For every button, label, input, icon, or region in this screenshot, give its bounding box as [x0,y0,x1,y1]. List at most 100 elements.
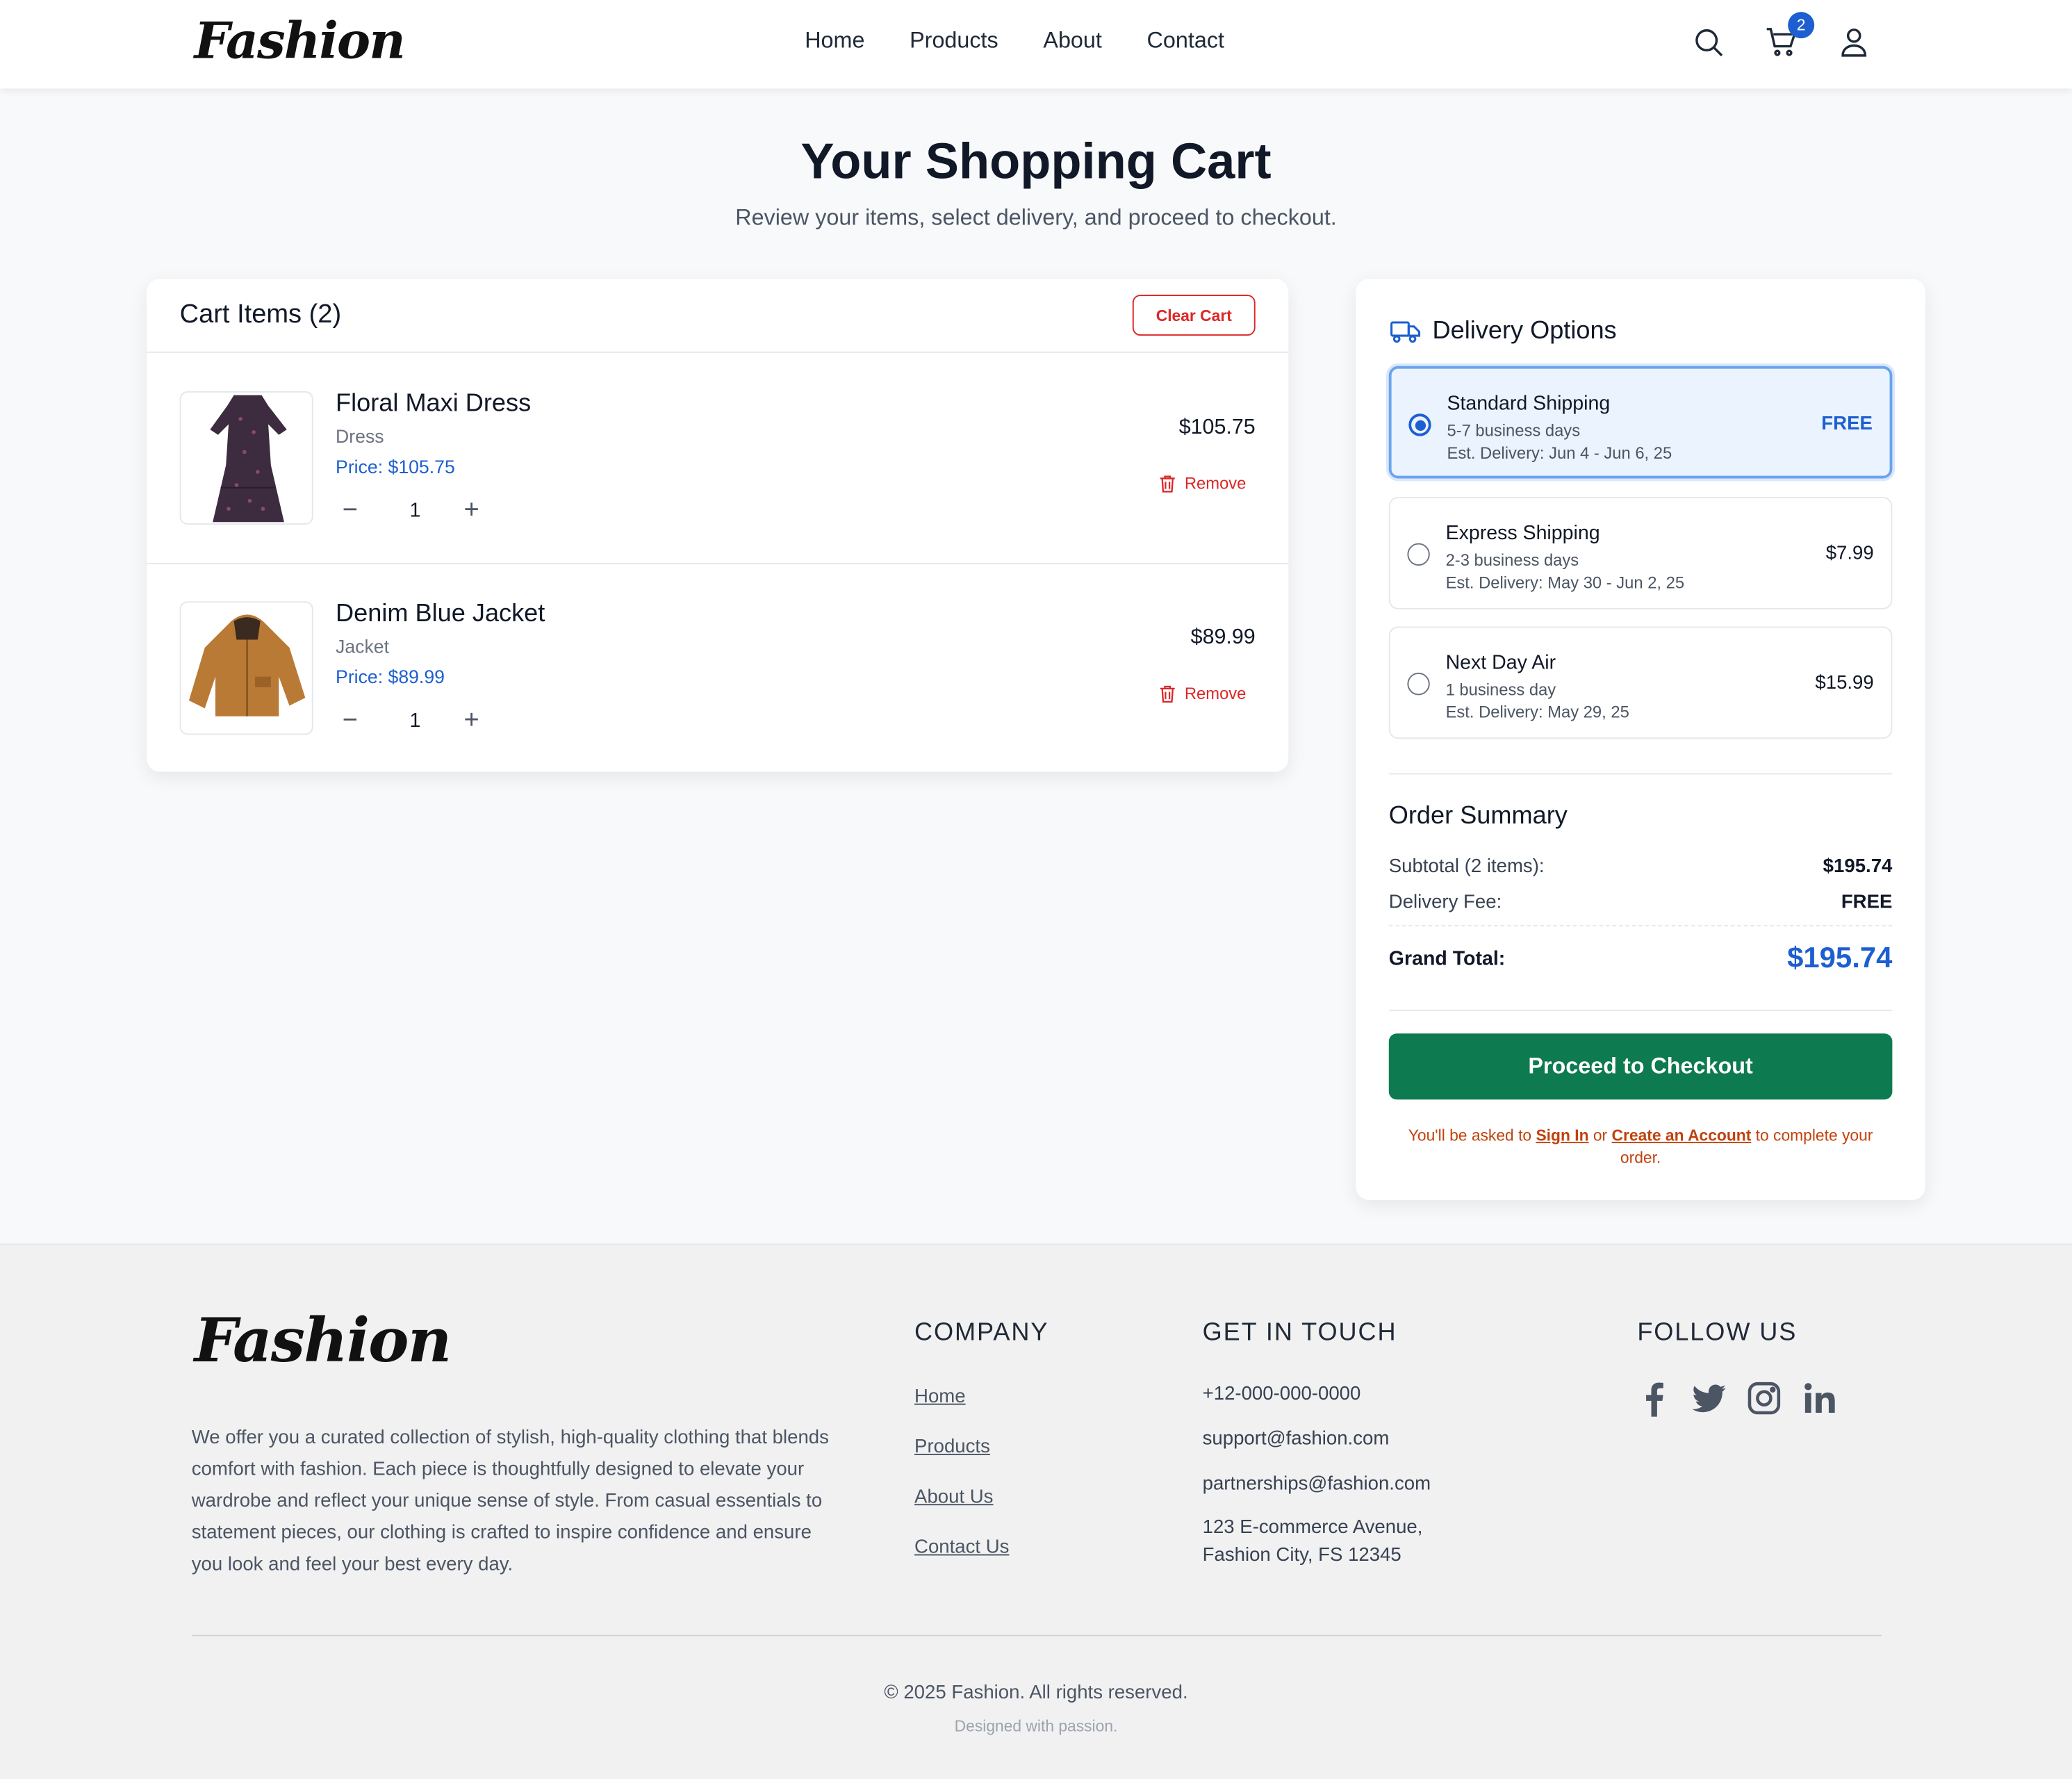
item-name[interactable]: Floral Maxi Dress [336,390,531,419]
quantity-value: 1 [409,499,421,523]
follow-heading: FOLLOW US [1637,1318,1798,1347]
create-account-link[interactable]: Create an Account [1612,1126,1752,1145]
sign-in-note: You'll be asked to Sign In or Create an … [1389,1124,1893,1170]
contact-support-email[interactable]: support@fashion.com [1203,1426,1390,1454]
linkedin-icon[interactable] [1801,1379,1838,1416]
search-icon[interactable] [1693,26,1725,58]
delivery-option-express[interactable]: Express Shipping 2-3 business days Est. … [1388,497,1893,609]
delivery-fee-value: FREE [1841,892,1893,914]
site-header: Fashion Home Products About Contact 2 [0,0,2072,89]
page-title: Your Shopping Cart [800,134,1272,190]
nav-home[interactable]: Home [805,28,864,54]
delivery-fee-label: Delivery Fee: [1388,892,1502,914]
radio-unselected[interactable] [1407,673,1430,696]
divider [1388,773,1893,775]
option-estimate: Est. Delivery: Jun 4 - Jun 6, 25 [1447,444,1672,463]
sign-in-link[interactable]: Sign In [1536,1126,1588,1145]
contact-phone[interactable]: +12-000-000-0000 [1203,1381,1361,1409]
note-text: or [1588,1126,1612,1145]
radio-unselected[interactable] [1407,543,1430,566]
contact-heading: GET IN TOUCH [1202,1318,1397,1347]
product-image-dress[interactable] [179,391,313,525]
option-name: Express Shipping [1445,522,1600,545]
item-name[interactable]: Denim Blue Jacket [336,600,545,629]
delivery-summary-panel: Delivery Options Standard Shipping 5-7 b… [1356,279,1925,1200]
item-unit-price: Price: $89.99 [336,666,445,687]
remove-label: Remove [1184,474,1247,493]
option-estimate: Est. Delivery: May 30 - Jun 2, 25 [1445,573,1685,593]
user-icon[interactable] [1838,26,1870,58]
nav-contact[interactable]: Contact [1147,28,1224,54]
clear-cart-button[interactable]: Clear Cart [1132,295,1256,336]
option-price: FREE [1821,413,1873,435]
option-days: 5-7 business days [1447,421,1581,441]
option-price: $15.99 [1815,673,1874,694]
radio-selected[interactable] [1408,413,1431,436]
remove-item-button[interactable]: Remove [1160,684,1247,703]
contact-address-line2: Fashion City, FS 12345 [1202,1545,1401,1566]
item-category: Jacket [336,635,390,657]
option-price: $7.99 [1825,543,1874,565]
item-line-total: $105.75 [1178,416,1256,439]
cart-items-panel: Cart Items (2) Clear Cart Floral Maxi Dr… [147,279,1289,772]
option-days: 2-3 business days [1445,551,1579,570]
option-days: 1 business day [1445,680,1556,700]
grand-total-value: $195.74 [1787,941,1893,974]
subtotal-label: Subtotal (2 items): [1388,856,1545,878]
delivery-option-next-day[interactable]: Next Day Air 1 business day Est. Deliver… [1388,626,1893,739]
footer-link-products[interactable]: Products [914,1436,990,1457]
twitter-icon[interactable] [1690,1379,1727,1416]
contact-address-line1: 123 E-commerce Avenue, [1202,1517,1423,1539]
trash-icon [1160,685,1176,703]
order-summary-heading: Order Summary [1388,802,1568,830]
delivery-option-standard[interactable]: Standard Shipping 5-7 business days Est.… [1388,366,1893,479]
subtotal-row: Subtotal (2 items): $195.74 [1389,856,1893,877]
delivery-fee-row: Delivery Fee: FREE [1389,892,1893,913]
quantity-decrease-button[interactable]: − [343,497,358,523]
cart-item: Denim Blue Jacket Jacket Price: $89.99 −… [147,563,1289,771]
facebook-icon[interactable] [1636,1379,1672,1417]
company-heading: COMPANY [914,1318,1049,1347]
divider [1388,1009,1893,1011]
footer-logo[interactable]: Fashion [195,1304,452,1376]
cart-header: Cart Items (2) Clear Cart [147,279,1289,353]
remove-label: Remove [1184,684,1247,703]
divider [1388,925,1893,927]
cart-item: Floral Maxi Dress Dress Price: $105.75 −… [147,354,1288,563]
instagram-icon[interactable] [1745,1379,1782,1416]
quantity-value: 1 [409,710,421,732]
option-name: Next Day Air [1445,651,1556,674]
footer-about-text: We offer you a curated collection of sty… [191,1427,829,1575]
footer-divider [191,1634,1882,1637]
page-subtitle: Review your items, select delivery, and … [735,204,1337,230]
cart-items-heading: Cart Items (2) [179,300,342,329]
truck-icon [1390,321,1421,343]
footer-link-home[interactable]: Home [914,1386,966,1407]
nav-about[interactable]: About [1043,28,1102,54]
item-category: Dress [336,425,384,447]
remove-item-button[interactable]: Remove [1160,474,1247,493]
quantity-decrease-button[interactable]: − [343,707,358,733]
option-name: Standard Shipping [1447,392,1611,416]
product-image-jacket[interactable] [179,601,313,735]
item-unit-price: Price: $105.75 [336,456,455,477]
main-nav: Home Products About Contact [805,28,1224,54]
nav-products[interactable]: Products [910,28,998,54]
trash-icon [1160,475,1176,493]
cart-count-badge: 2 [1788,12,1815,39]
subtotal-value: $195.74 [1823,856,1893,878]
delivery-options-heading: Delivery Options [1432,317,1617,345]
site-footer: Fashion We offer you a curated collectio… [0,1243,2072,1779]
item-line-total: $89.99 [1190,626,1256,649]
option-estimate: Est. Delivery: May 29, 25 [1445,703,1629,722]
grand-total-label: Grand Total: [1388,947,1506,970]
brand-logo[interactable]: Fashion [195,10,406,70]
quantity-increase-button[interactable]: + [464,497,479,523]
footer-link-about[interactable]: About Us [914,1487,993,1508]
quantity-increase-button[interactable]: + [464,707,479,733]
footer-link-contact[interactable]: Contact Us [914,1537,1009,1558]
designed-tagline: Designed with passion. [954,1716,1118,1736]
contact-partner-email[interactable]: partnerships@fashion.com [1203,1471,1431,1499]
proceed-to-checkout-button[interactable]: Proceed to Checkout [1388,1033,1893,1100]
note-text: You'll be asked to [1408,1126,1536,1145]
